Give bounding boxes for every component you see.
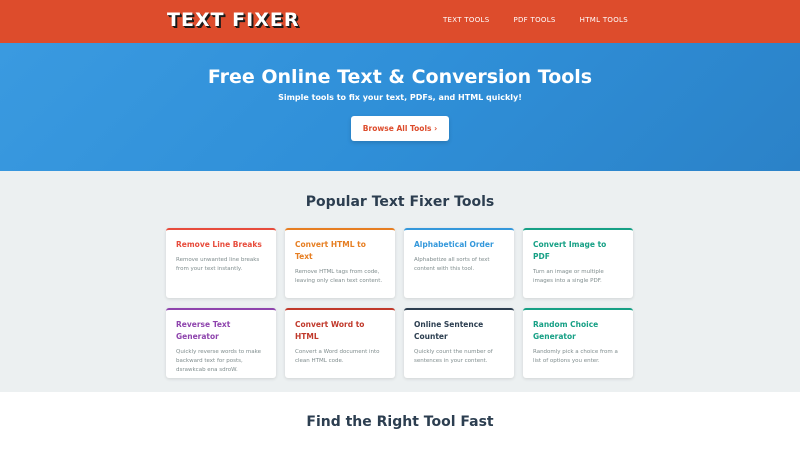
popular-tools-title: Popular Text Fixer Tools <box>305 194 495 210</box>
find-tool-section: Find the Right Tool Fast <box>0 392 800 450</box>
nav-pdf-tools[interactable]: PDF TOOLS <box>513 16 555 24</box>
hero-subtitle: Simple tools to fix your text, PDFs, and… <box>278 93 522 102</box>
popular-tools-section: Popular Text Fixer Tools Remove Line Bre… <box>0 171 800 392</box>
site-logo[interactable]: TEXT FIXER <box>167 9 299 31</box>
browse-all-tools-button[interactable]: Browse All Tools › <box>351 116 449 141</box>
tool-card-description: Quickly reverse words to make backward t… <box>176 349 262 373</box>
tool-card-description: Turn an image or multiple images into a … <box>533 269 604 284</box>
tool-card-title[interactable]: Reverse Text Generator <box>176 319 266 343</box>
tool-card-title[interactable]: Remove Line Breaks <box>176 239 266 251</box>
tool-card-description: Quickly count the number of sentences in… <box>414 349 493 364</box>
tool-card-title[interactable]: Online Sentence Counter <box>414 319 504 343</box>
tool-card-title[interactable]: Convert Image to PDF <box>533 239 623 263</box>
tool-card-title[interactable]: Alphabetical Order <box>414 239 504 251</box>
tool-card-description: Remove unwanted line breaks from your te… <box>176 257 260 272</box>
find-tool-title: Find the Right Tool Fast <box>306 414 494 430</box>
nav-html-tools[interactable]: HTML TOOLS <box>580 16 628 24</box>
tool-card[interactable]: Convert HTML to Text Remove HTML tags fr… <box>285 228 395 298</box>
tool-card[interactable]: Online Sentence Counter Quickly count th… <box>404 308 514 378</box>
tool-card-description: Remove HTML tags from code, leaving only… <box>295 269 383 284</box>
top-nav-bar: TEXT FIXER TEXT TOOLS PDF TOOLS HTML TOO… <box>0 0 800 43</box>
nav-text-tools[interactable]: TEXT TOOLS <box>443 16 490 24</box>
tool-card-title[interactable]: Convert Word to HTML <box>295 319 385 343</box>
tool-card[interactable]: Random Choice Generator Randomly pick a … <box>523 308 633 378</box>
tool-card-description: Randomly pick a choice from a list of op… <box>533 349 618 364</box>
tool-card-description: Alphabetize all sorts of text content wi… <box>414 257 490 272</box>
tool-card-grid: Remove Line Breaks Remove unwanted line … <box>166 228 633 378</box>
tool-card-title[interactable]: Convert HTML to Text <box>295 239 385 263</box>
tool-card-title[interactable]: Random Choice Generator <box>533 319 623 343</box>
main-nav: TEXT TOOLS PDF TOOLS HTML TOOLS <box>443 16 628 24</box>
tool-card[interactable]: Convert Word to HTML Convert a Word docu… <box>285 308 395 378</box>
hero-title: Free Online Text & Conversion Tools <box>207 66 593 88</box>
tool-card[interactable]: Alphabetical Order Alphabetize all sorts… <box>404 228 514 298</box>
tool-card[interactable]: Convert Image to PDF Turn an image or mu… <box>523 228 633 298</box>
tool-card[interactable]: Reverse Text Generator Quickly reverse w… <box>166 308 276 378</box>
hero-section: Free Online Text & Conversion Tools Simp… <box>0 43 800 171</box>
tool-card[interactable]: Remove Line Breaks Remove unwanted line … <box>166 228 276 298</box>
tool-card-description: Convert a Word document into clean HTML … <box>295 349 380 364</box>
